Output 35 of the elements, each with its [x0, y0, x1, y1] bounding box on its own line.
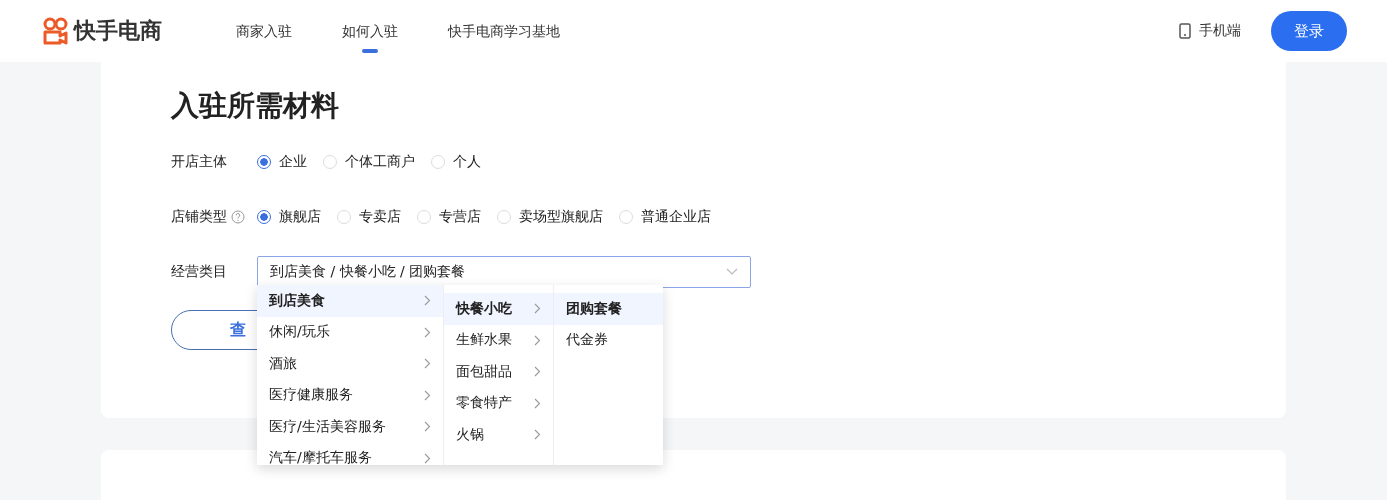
radio-option[interactable]: 普通企业店	[619, 208, 711, 226]
help-icon[interactable]	[231, 210, 245, 224]
chevron-down-icon	[726, 268, 738, 276]
category-option[interactable]: 医疗健康服务	[257, 379, 443, 411]
login-button[interactable]: 登录	[1271, 11, 1347, 51]
category-option[interactable]: 酒旅	[257, 348, 443, 380]
logo-icon	[43, 17, 69, 45]
radio-option[interactable]: 企业	[257, 153, 307, 171]
section-title: 入驻所需材料	[171, 88, 340, 124]
radio-option[interactable]: 个体工商户	[323, 153, 415, 171]
category-option[interactable]: 休闲/玩乐	[257, 316, 443, 348]
nav-tab[interactable]: 快手电商学习基地	[448, 0, 560, 62]
category-option[interactable]: 团购套餐	[554, 293, 663, 325]
logo-text[interactable]: 快手电商	[74, 16, 162, 46]
category-option[interactable]: 医疗/生活美容服务	[257, 411, 443, 443]
field-label: 开店主体	[171, 153, 227, 171]
nav-tab[interactable]: 商家入驻	[236, 0, 292, 62]
category-option[interactable]: 生鲜水果	[444, 324, 553, 356]
radio-option[interactable]: 卖场型旗舰店	[497, 208, 603, 226]
radio-option[interactable]: 旗舰店	[257, 208, 321, 226]
category-option[interactable]: 代金券	[554, 324, 663, 356]
field-label: 店铺类型	[171, 208, 227, 226]
field-label: 经营类目	[171, 263, 227, 281]
category-option[interactable]: 火锅	[444, 419, 553, 451]
category-option[interactable]: 零食特产	[444, 387, 553, 419]
category-option[interactable]: 快餐小吃	[444, 293, 553, 325]
category-option[interactable]: 到店美食	[257, 285, 443, 317]
category-option[interactable]: 汽车/摩托车服务	[257, 442, 443, 465]
radio-option[interactable]: 专卖店	[337, 208, 401, 226]
radio-option[interactable]: 个人	[431, 153, 481, 171]
category-option[interactable]: 面包甜品	[444, 356, 553, 388]
mobile-link[interactable]: 手机端	[1179, 22, 1241, 40]
phone-icon	[1179, 23, 1191, 39]
radio-option[interactable]: 专营店	[417, 208, 481, 226]
nav-tab[interactable]: 如何入驻	[342, 0, 398, 62]
